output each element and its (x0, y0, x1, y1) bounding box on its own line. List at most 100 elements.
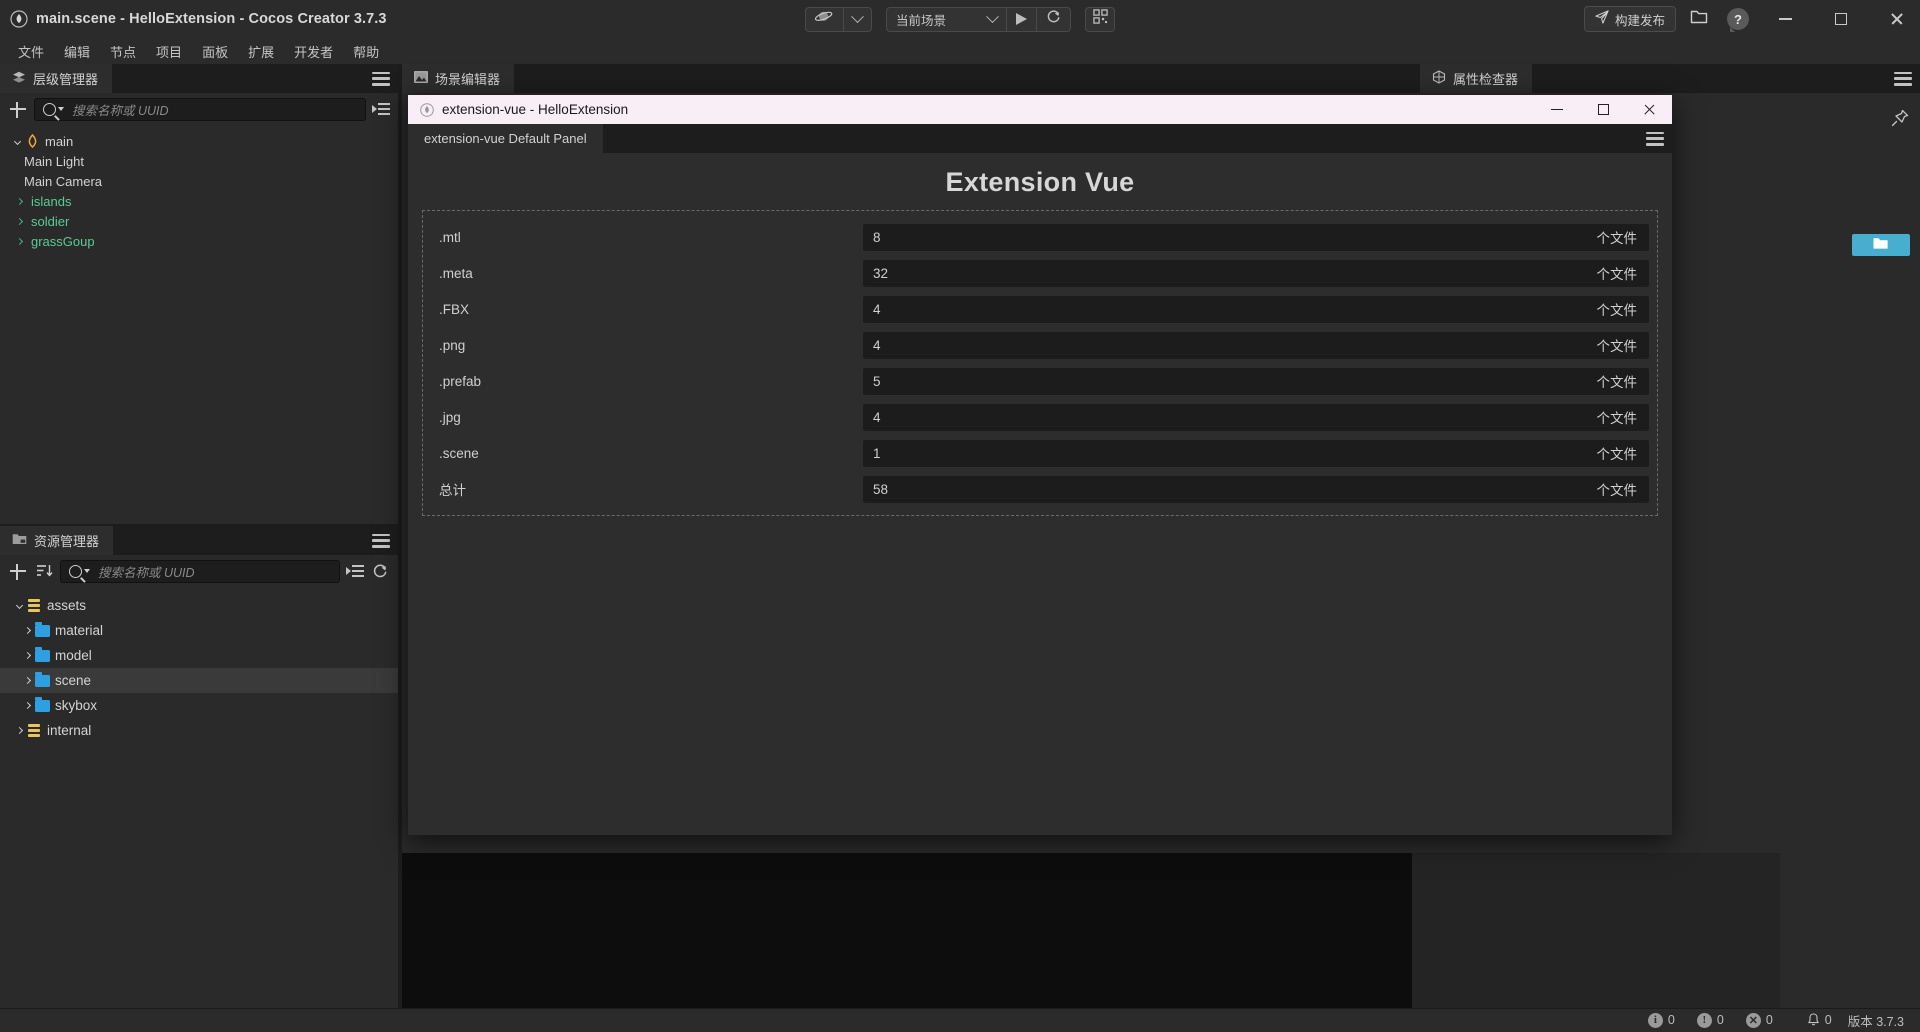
row-field-fbx[interactable]: 4 个文件 (863, 295, 1649, 323)
row-field-png[interactable]: 4 个文件 (863, 331, 1649, 359)
chevron-right-icon[interactable] (20, 701, 34, 710)
qr-code-button[interactable] (1085, 6, 1115, 32)
refresh-icon[interactable] (370, 563, 390, 579)
assets-toolbar: 搜索名称或 UUID (0, 555, 398, 587)
scene-mode-select[interactable]: 当前场景 (887, 7, 1007, 31)
menu-item-edit[interactable]: 编辑 (54, 40, 100, 63)
tree-node-main-camera[interactable]: Main Camera (0, 171, 398, 191)
menu-item-project[interactable]: 项目 (146, 40, 192, 63)
menu-item-help[interactable]: 帮助 (343, 40, 389, 63)
play-icon (1016, 13, 1027, 25)
row-field-jpg[interactable]: 4 个文件 (863, 403, 1649, 431)
tree-node-grassgoup[interactable]: grassGoup (0, 231, 398, 251)
menu-item-developer[interactable]: 开发者 (284, 40, 343, 63)
help-button[interactable]: ? (1724, 6, 1752, 32)
hierarchy-tabbar: 层级管理器 (0, 64, 398, 93)
qr-code-icon (1092, 9, 1108, 29)
database-icon (26, 598, 42, 613)
assets-menu-button[interactable] (372, 533, 390, 548)
row-field-mtl[interactable]: 8 个文件 (863, 223, 1649, 251)
inspector-menu-button[interactable] (1894, 71, 1912, 86)
tab-hierarchy[interactable]: 层级管理器 (0, 64, 113, 93)
inspector-tabbar-rest (1532, 64, 1920, 93)
asset-node-internal[interactable]: internal (0, 718, 398, 743)
sort-icon[interactable] (34, 563, 54, 579)
tree-node-main[interactable]: main (0, 131, 398, 151)
row-field-total[interactable]: 58 个文件 (863, 475, 1649, 503)
extension-window-titlebar[interactable]: extension-vue - HelloExtension (408, 95, 1672, 124)
extension-minimize-button[interactable] (1534, 95, 1580, 124)
tab-inspector[interactable]: 属性检查器 (1420, 64, 1533, 93)
extension-panel-menu-button[interactable] (1646, 131, 1664, 146)
tree-node-main-light-label: Main Light (24, 153, 84, 169)
asset-node-skybox[interactable]: skybox (0, 693, 398, 718)
assets-search-input[interactable]: 搜索名称或 UUID (60, 559, 340, 583)
tree-node-islands[interactable]: islands (0, 191, 398, 211)
plus-icon[interactable] (8, 561, 28, 581)
chevron-right-icon[interactable] (12, 217, 26, 225)
row-key-scene: .scene (439, 445, 479, 461)
chevron-down-icon[interactable] (10, 137, 24, 145)
tab-scene-editor[interactable]: 场景编辑器 (402, 64, 515, 93)
menu-item-file[interactable]: 文件 (8, 40, 54, 63)
play-button[interactable] (1007, 7, 1037, 31)
row-field-meta[interactable]: 32 个文件 (863, 259, 1649, 287)
build-publish-button[interactable]: 构建发布 (1583, 6, 1676, 32)
platform-selector-group[interactable] (805, 6, 872, 32)
error-icon: ✕ (1745, 1012, 1761, 1028)
chevron-right-icon[interactable] (20, 651, 34, 660)
asset-node-model[interactable]: model (0, 643, 398, 668)
tab-assets[interactable]: 资源管理器 (0, 526, 114, 555)
inspector-pin-button[interactable] (1890, 108, 1910, 128)
tab-extension-default-panel-label: extension-vue Default Panel (424, 131, 587, 146)
status-warning[interactable]: ! 0 (1696, 1012, 1724, 1028)
status-version: 版本 3.7.3 (1847, 1014, 1904, 1029)
inspector-panel (1780, 64, 1920, 1008)
inspector-open-folder-button[interactable] (1852, 234, 1910, 256)
window-maximize-button[interactable] (1818, 0, 1864, 38)
refresh-preview-button[interactable] (1037, 8, 1070, 31)
menu-item-node[interactable]: 节点 (100, 40, 146, 63)
platform-icon-cell[interactable] (806, 7, 844, 31)
window-close-button[interactable] (1874, 0, 1920, 38)
row-field-prefab[interactable]: 5 个文件 (863, 367, 1649, 395)
chevron-right-icon[interactable] (12, 726, 26, 735)
open-project-folder-button[interactable] (1686, 6, 1714, 32)
build-publish-label: 构建发布 (1614, 13, 1665, 28)
folder-open-icon (1690, 8, 1710, 30)
menu-item-panel[interactable]: 面板 (192, 40, 238, 63)
hierarchy-search-input[interactable]: 搜索名称或 UUID (34, 97, 366, 121)
folder-icon (34, 621, 50, 637)
extension-maximize-button[interactable] (1580, 95, 1626, 124)
asset-node-material[interactable]: material (0, 618, 398, 643)
row-field-scene[interactable]: 1 个文件 (863, 439, 1649, 467)
list-filter-icon[interactable] (346, 564, 364, 578)
chevron-right-icon[interactable] (20, 626, 34, 635)
menu-item-extension[interactable]: 扩展 (238, 40, 284, 63)
plus-icon[interactable] (8, 99, 28, 119)
chevron-right-icon[interactable] (20, 676, 34, 685)
extension-close-button[interactable] (1626, 95, 1672, 124)
list-filter-icon[interactable] (372, 102, 390, 116)
status-notifications[interactable]: 0 (1807, 1013, 1832, 1027)
window-minimize-button[interactable] (1762, 0, 1808, 38)
status-info[interactable]: i 0 (1647, 1012, 1675, 1028)
asset-node-scene[interactable]: scene (0, 668, 398, 693)
chevron-right-icon[interactable] (12, 197, 26, 205)
search-icon (69, 564, 90, 578)
chevron-right-icon[interactable] (12, 237, 26, 245)
platform-dropdown-cell[interactable] (844, 8, 871, 31)
tree-node-main-light[interactable]: Main Light (0, 151, 398, 171)
layers-icon (12, 71, 26, 87)
chevron-down-icon[interactable] (12, 601, 26, 610)
tab-extension-default-panel[interactable]: extension-vue Default Panel (408, 124, 603, 153)
minimize-icon (1778, 18, 1792, 20)
asset-node-assets[interactable]: assets (0, 593, 398, 618)
status-error[interactable]: ✕ 0 (1745, 1012, 1773, 1028)
hierarchy-menu-button[interactable] (372, 71, 390, 86)
title-bar: main.scene - HelloExtension - Cocos Crea… (0, 0, 1920, 38)
tree-node-soldier[interactable]: soldier (0, 211, 398, 231)
row-key-meta: .meta (439, 265, 473, 281)
row-key-png: .png (439, 337, 466, 353)
table-row: .FBX 4 个文件 (423, 291, 1657, 327)
